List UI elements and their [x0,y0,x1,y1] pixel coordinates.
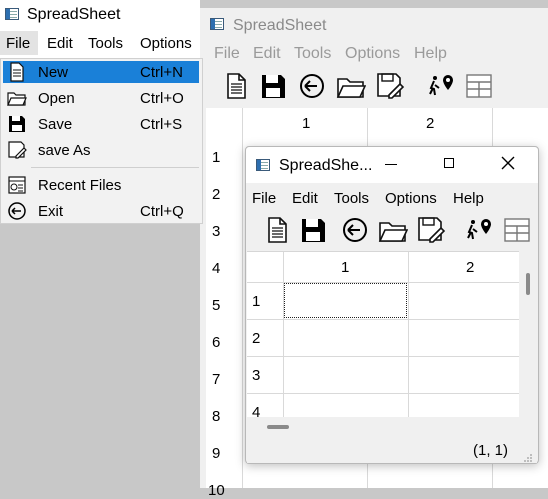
menu-tools[interactable]: Tools [88,35,123,52]
menu-item-new[interactable]: New Ctrl+N [3,61,199,83]
menu-file[interactable]: File [214,45,240,63]
exit-icon [7,201,27,221]
row-header[interactable]: 1 [252,293,260,310]
new-file-icon[interactable] [221,71,251,101]
menu-item-label: New [38,64,69,81]
menu-item-shortcut: Ctrl+Q [140,203,184,220]
minimize-button[interactable] [385,164,397,165]
window-title: SpreadShe... [279,157,373,174]
row-header[interactable]: 5 [212,297,220,314]
maximize-button[interactable] [444,158,454,168]
main-window: SpreadSheet File Edit Tools Options [0,0,200,58]
row-header[interactable]: 7 [212,371,220,388]
menu-options[interactable]: Options [345,45,400,63]
menu-help[interactable]: Help [453,190,484,207]
column-header[interactable]: 2 [426,115,434,132]
folder-icon[interactable] [336,71,366,101]
horizontal-scrollbar[interactable] [247,417,519,439]
row-header[interactable]: 3 [252,367,260,384]
menu-file[interactable]: File [252,190,276,207]
app-icon [5,8,19,20]
menu-item-recent-files[interactable]: Recent Files [3,174,199,196]
selected-cell[interactable] [284,283,407,318]
resize-grip-icon[interactable] [523,450,533,462]
spreadsheet-window: SpreadShe... File Edit Tools Options Hel… [245,146,539,464]
menu-item-shortcut: Ctrl+N [140,64,183,81]
recent-files-icon [7,175,27,195]
title-bar: SpreadShe... [246,147,538,183]
row-header[interactable]: 2 [252,330,260,347]
menu-edit[interactable]: Edit [292,190,318,207]
scrollbar-thumb[interactable] [526,273,530,295]
menu-item-save[interactable]: Save Ctrl+S [3,113,199,135]
new-file-icon[interactable] [262,215,292,245]
window-title: SpreadSheet [27,6,121,23]
menu-item-open[interactable]: Open Ctrl+O [3,87,199,109]
row-header[interactable]: 8 [212,408,220,425]
vertical-scrollbar[interactable] [519,251,538,417]
menu-item-save-as[interactable]: save As [3,139,199,161]
menu-tools[interactable]: Tools [294,45,331,63]
row-header[interactable]: 10 [208,482,225,499]
menu-item-label: Recent Files [38,177,122,194]
row-header[interactable]: 4 [212,260,220,277]
save-as-icon[interactable] [375,71,405,101]
menu-edit[interactable]: Edit [253,45,281,63]
menu-item-shortcut: Ctrl+O [140,90,184,107]
toolbar [206,68,506,108]
menu-item-label: Save [38,116,73,133]
find-cell-icon[interactable] [426,71,456,101]
menu-options[interactable]: Options [385,190,437,207]
cell-position-label: (1, 1) [473,442,509,459]
exit-icon[interactable] [297,71,327,101]
row-header[interactable]: 9 [212,445,220,462]
save-icon[interactable] [298,215,328,245]
folder-icon [7,88,27,108]
menu-separator [31,167,199,168]
menu-edit[interactable]: Edit [47,35,73,52]
file-menu-dropdown: New Ctrl+N Open Ctrl+O Save Ctrl+S save … [0,58,203,224]
status-bar: (1, 1) [247,439,537,463]
save-icon [7,114,27,134]
menu-tools[interactable]: Tools [334,190,369,207]
app-icon [256,159,270,171]
close-icon [501,156,515,170]
find-cell-icon[interactable] [464,215,494,245]
row-header[interactable]: 1 [212,149,220,166]
app-icon [210,18,224,30]
save-as-icon[interactable] [416,215,446,245]
spreadsheet-grid[interactable]: 1 2 1 2 3 4 [247,251,519,421]
menu-file[interactable]: File [6,35,30,52]
new-file-icon [7,62,27,82]
grid-icon[interactable] [464,71,494,101]
menu-item-shortcut: Ctrl+S [140,116,183,133]
menu-item-exit[interactable]: Exit Ctrl+Q [3,200,199,222]
save-as-icon [7,140,27,160]
scrollbar-thumb[interactable] [267,425,289,429]
row-header[interactable]: 3 [212,223,220,240]
menu-help[interactable]: Help [414,45,447,63]
toolbar [250,215,536,249]
window-title: SpreadSheet [233,17,327,34]
close-button[interactable] [501,156,515,170]
menu-item-label: Exit [38,203,64,220]
grid-icon[interactable] [502,215,532,245]
row-header[interactable]: 2 [212,186,220,203]
exit-icon[interactable] [340,215,370,245]
menu-item-label: save As [38,142,91,159]
menu-options[interactable]: Options [140,35,192,52]
row-header[interactable]: 6 [212,334,220,351]
column-header[interactable]: 2 [466,259,474,276]
column-header[interactable]: 1 [341,259,349,276]
folder-icon[interactable] [378,215,408,245]
save-icon[interactable] [258,71,288,101]
menu-item-label: Open [38,90,75,107]
column-header[interactable]: 1 [302,115,310,132]
